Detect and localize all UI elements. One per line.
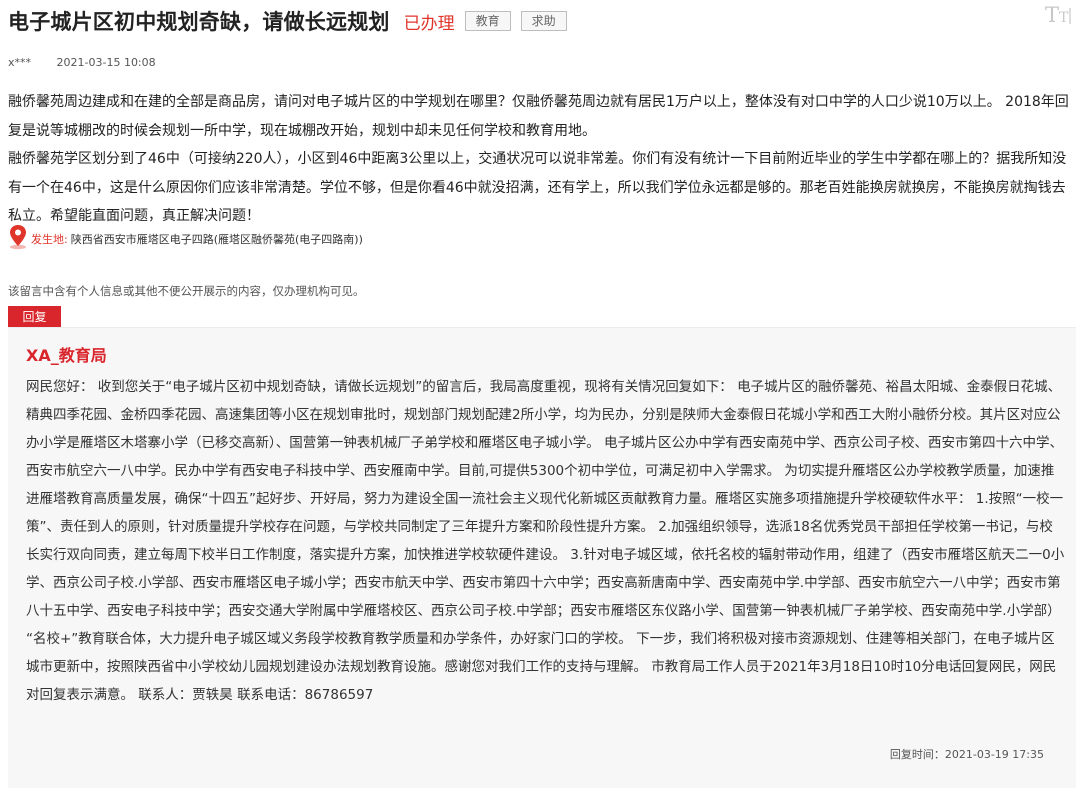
reply-tab[interactable]: 回复 <box>8 306 61 327</box>
svg-text:T: T <box>1045 3 1059 27</box>
status-badge: 已办理 <box>403 13 455 34</box>
message-paragraph: 融侨馨苑学区划分到了46中（可接纳220人），小区到46中距离3公里以上，交通状… <box>8 151 1067 224</box>
message-paragraph: 融侨馨苑周边建成和在建的全部是商品房，请问对电子城片区的中学规划在哪里？仅融侨馨… <box>8 94 1069 139</box>
privacy-notice: 该留言中含有个人信息或其他不便公开展示的内容，仅办理机构可见。 <box>8 284 365 298</box>
post-meta: x*** 2021-03-15 10:08 <box>8 56 156 69</box>
post-date: 2021-03-15 10:08 <box>56 56 156 69</box>
header: 电子城片区初中规划奇缺，请做长远规划 已办理 教育 求助 <box>8 4 1072 38</box>
reply-panel: XA_教育局 网民您好： 收到您关于“电子城片区初中规划奇缺，请做长远规划”的留… <box>8 327 1076 788</box>
location-value: 陕西省西安市雁塔区电子四路(雁塔区融侨馨苑(电子四路南)) <box>70 233 363 246</box>
location: 发生地: 陕西省西安市雁塔区电子四路(雁塔区融侨馨苑(电子四路南)) <box>8 224 363 254</box>
font-size-icon[interactable]: T T <box>1044 2 1074 28</box>
svg-text:T: T <box>1059 10 1069 26</box>
author-name: x*** <box>8 56 32 69</box>
location-label: 发生地: <box>31 233 68 246</box>
page-title: 电子城片区初中规划奇缺，请做长远规划 <box>8 10 390 34</box>
tag-help[interactable]: 求助 <box>520 11 567 31</box>
reply-time: 回复时间：2021-03-19 17:35 <box>889 748 1044 761</box>
tag-education[interactable]: 教育 <box>464 11 511 31</box>
reply-organization: XA_教育局 <box>26 346 107 365</box>
message-body: 融侨馨苑周边建成和在建的全部是商品房，请问对电子城片区的中学规划在哪里？仅融侨馨… <box>8 88 1074 231</box>
reply-content: 网民您好： 收到您关于“电子城片区初中规划奇缺，请做长远规划”的留言后，我局高度… <box>26 379 1065 703</box>
location-pin-icon <box>8 224 28 254</box>
